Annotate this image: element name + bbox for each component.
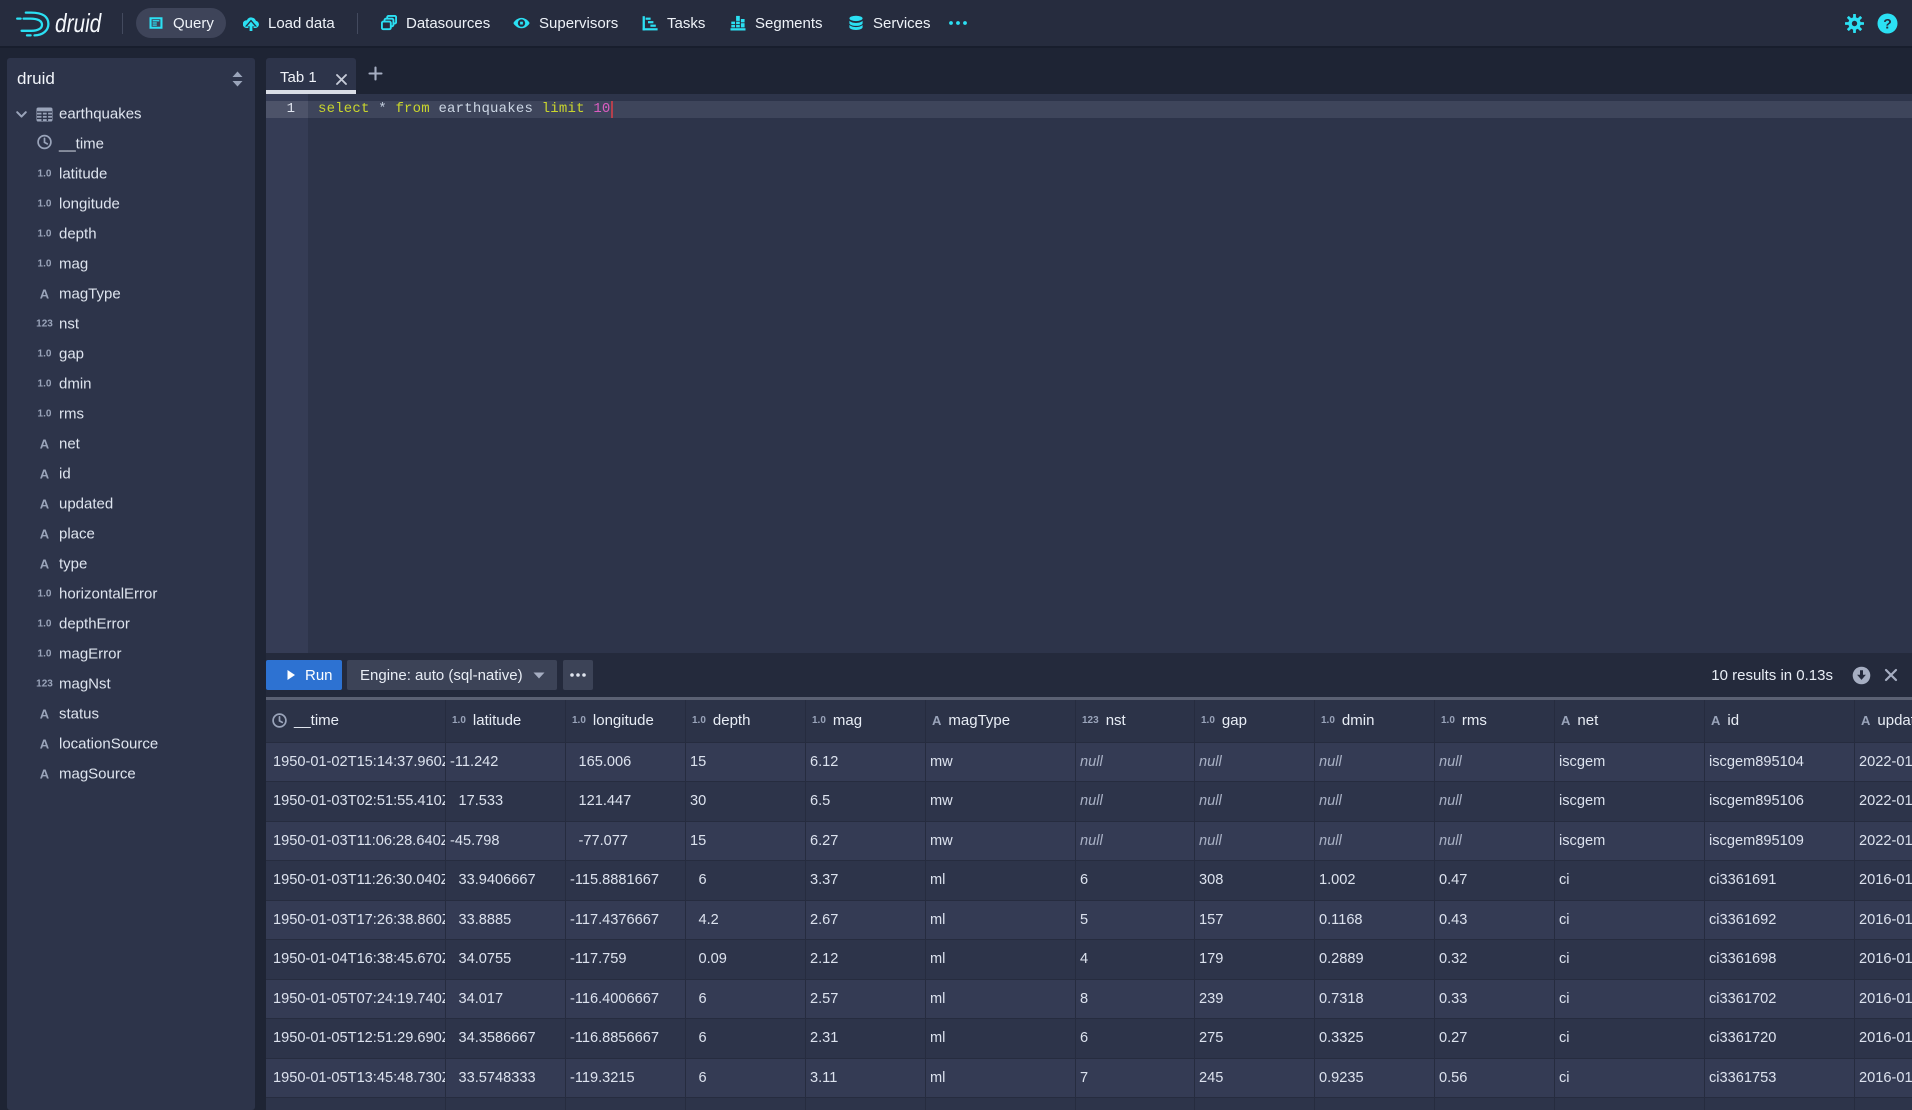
svg-text:?: ?: [1883, 15, 1892, 31]
